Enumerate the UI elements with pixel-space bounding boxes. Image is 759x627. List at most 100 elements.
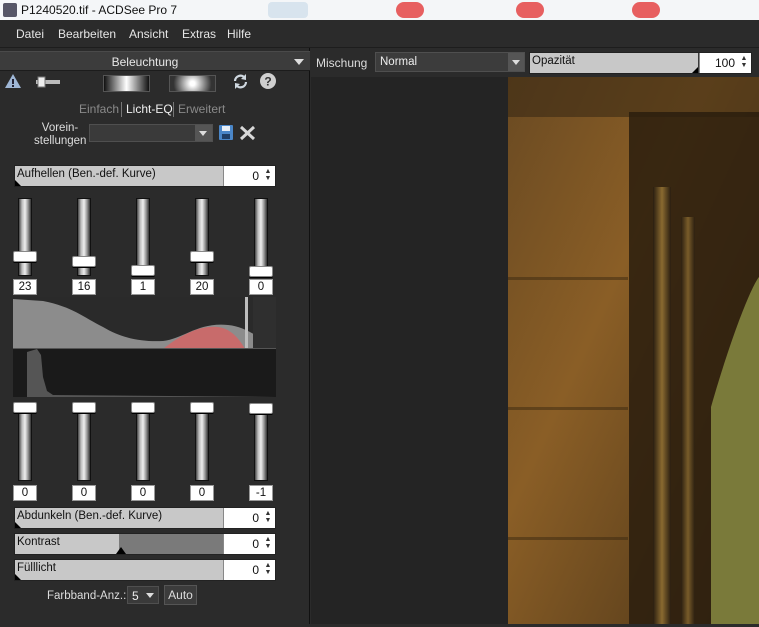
tab-divider: [173, 102, 174, 117]
contrast-value-field[interactable]: 0 ▲ ▼: [223, 534, 275, 554]
band1-top-track[interactable]: [18, 198, 32, 276]
photo-preview: [508, 77, 759, 624]
band3-bottom-track[interactable]: [136, 403, 150, 481]
band3-bottom-thumb[interactable]: [131, 402, 155, 413]
band2-top-thumb[interactable]: [72, 256, 96, 267]
band2-bottom-track[interactable]: [77, 403, 91, 481]
band1-top-value[interactable]: 23: [13, 279, 37, 295]
opacity-value-field[interactable]: 100 ▲ ▼: [699, 53, 751, 73]
band1-top-thumb[interactable]: [13, 251, 37, 262]
band-count-select[interactable]: 5: [127, 586, 159, 604]
title-bar: P1240520.tif - ACDSee Pro 7: [0, 0, 759, 20]
tab-erweitert[interactable]: Erweitert: [178, 102, 225, 116]
lighting-panel: Beleuchtung ? Einfach Licht-EQ Erweitert…: [0, 48, 310, 624]
band4-top-track[interactable]: [195, 198, 209, 276]
contrast-slider[interactable]: Kontrast 0 ▲ ▼: [14, 533, 276, 555]
tab-licht-eq[interactable]: Licht-EQ: [126, 102, 173, 116]
band2-bottom-thumb[interactable]: [72, 402, 96, 413]
save-icon[interactable]: [218, 124, 234, 141]
blend-dropdown-button[interactable]: [508, 53, 524, 71]
band1-bottom-track[interactable]: [18, 403, 32, 481]
band4-bottom-value[interactable]: 0: [190, 485, 214, 501]
brighten-value-field[interactable]: 0 ▲ ▼: [223, 166, 275, 186]
reset-icon[interactable]: [232, 73, 249, 90]
menu-hilfe[interactable]: Hilfe: [227, 27, 251, 41]
chevron-down-icon: [512, 60, 520, 65]
presets-label: Vorein- stellungen: [34, 122, 86, 148]
band5-top-track[interactable]: [254, 198, 268, 276]
blend-mode-select[interactable]: Normal: [375, 52, 525, 72]
darken-value-field[interactable]: 0 ▲ ▼: [223, 508, 275, 528]
spin-updown-icon[interactable]: ▲ ▼: [264, 562, 272, 576]
tab-bar: Einfach Licht-EQ Erweitert: [0, 102, 310, 118]
band3-bottom-value[interactable]: 0: [131, 485, 155, 501]
band5-top-value[interactable]: 0: [249, 279, 273, 295]
filllight-value-field[interactable]: 0 ▲ ▼: [223, 560, 275, 580]
radial-mode-button[interactable]: [169, 75, 216, 92]
menu-extras[interactable]: Extras: [182, 27, 216, 41]
delete-icon[interactable]: [239, 125, 256, 141]
panel-title: Beleuchtung: [111, 55, 179, 69]
presets-dropdown-button[interactable]: [195, 125, 212, 141]
spin-updown-icon[interactable]: ▲ ▼: [264, 168, 272, 182]
exposure-slider-icon[interactable]: [36, 76, 60, 88]
filllight-value: 0: [252, 563, 259, 577]
chevron-down-icon[interactable]: [294, 59, 304, 65]
help-icon[interactable]: ?: [259, 72, 277, 90]
spin-updown-icon[interactable]: ▲ ▼: [264, 510, 272, 524]
band3-top-thumb[interactable]: [131, 265, 155, 276]
band2-top-value[interactable]: 16: [72, 279, 96, 295]
band5-bottom-value[interactable]: -1: [249, 485, 273, 501]
contrast-value: 0: [252, 537, 259, 551]
warning-icon[interactable]: [4, 72, 22, 90]
menu-datei[interactable]: Datei: [16, 27, 44, 41]
filllight-slider[interactable]: Fülllicht 0 ▲ ▼: [14, 559, 276, 581]
slider-marker: [692, 67, 698, 73]
spin-updown-icon[interactable]: ▲ ▼: [740, 55, 748, 69]
band1-bottom-value[interactable]: 0: [13, 485, 37, 501]
panel-header[interactable]: Beleuchtung: [0, 51, 310, 71]
band-count-label: Farbband-Anz.:: [47, 590, 127, 602]
title-decoration-icon: [516, 2, 544, 18]
title-decoration-icon: [632, 2, 660, 18]
band5-bottom-thumb[interactable]: [249, 403, 273, 414]
blend-toolbar: Mischung Normal Opazität 100 ▲ ▼: [311, 48, 759, 77]
band4-top-value[interactable]: 20: [190, 279, 214, 295]
slider-marker: [15, 574, 21, 580]
tab-divider: [121, 102, 122, 117]
menu-bar: Datei Bearbeiten Ansicht Extras Hilfe: [0, 20, 759, 48]
band4-bottom-thumb[interactable]: [190, 402, 214, 413]
opacity-slider[interactable]: Opazität 100 ▲ ▼: [529, 52, 752, 74]
auto-button[interactable]: Auto: [164, 585, 197, 605]
band1-bottom-thumb[interactable]: [13, 402, 37, 413]
app-camera-icon: [3, 3, 17, 17]
presets-label-line2: stellungen: [34, 135, 87, 147]
presets-select[interactable]: [89, 124, 213, 142]
slider-marker: [116, 547, 126, 554]
opacity-label: Opazität: [532, 55, 575, 67]
brighten-slider[interactable]: Aufhellen (Ben.-def. Kurve) 0 ▲ ▼: [14, 165, 276, 187]
slider-marker: [15, 180, 21, 186]
image-canvas[interactable]: [311, 77, 759, 624]
darken-label: Abdunkeln (Ben.-def. Kurve): [17, 510, 163, 522]
band2-bottom-value[interactable]: 0: [72, 485, 96, 501]
band4-bottom-track[interactable]: [195, 403, 209, 481]
light-eq-curve-graph[interactable]: [13, 297, 276, 397]
band5-bottom-track[interactable]: [254, 403, 268, 481]
gradient-mode-button[interactable]: [103, 75, 150, 92]
presets-label-line1: Vorein-: [41, 122, 79, 134]
tab-einfach[interactable]: Einfach: [79, 102, 119, 116]
menu-bearbeiten[interactable]: Bearbeiten: [58, 27, 116, 41]
title-decoration-icon: [396, 2, 424, 18]
spin-updown-icon[interactable]: ▲ ▼: [264, 536, 272, 550]
band3-top-value[interactable]: 1: [131, 279, 155, 295]
menu-ansicht[interactable]: Ansicht: [129, 27, 168, 41]
band4-top-thumb[interactable]: [190, 251, 214, 262]
band5-top-thumb[interactable]: [249, 266, 273, 277]
title-decoration-icon: [268, 2, 308, 18]
darken-value: 0: [252, 511, 259, 525]
brighten-label: Aufhellen (Ben.-def. Kurve): [17, 168, 156, 180]
window-title: P1240520.tif - ACDSee Pro 7: [21, 3, 178, 17]
darken-slider[interactable]: Abdunkeln (Ben.-def. Kurve) 0 ▲ ▼: [14, 507, 276, 529]
contrast-slider-track: [119, 534, 223, 554]
